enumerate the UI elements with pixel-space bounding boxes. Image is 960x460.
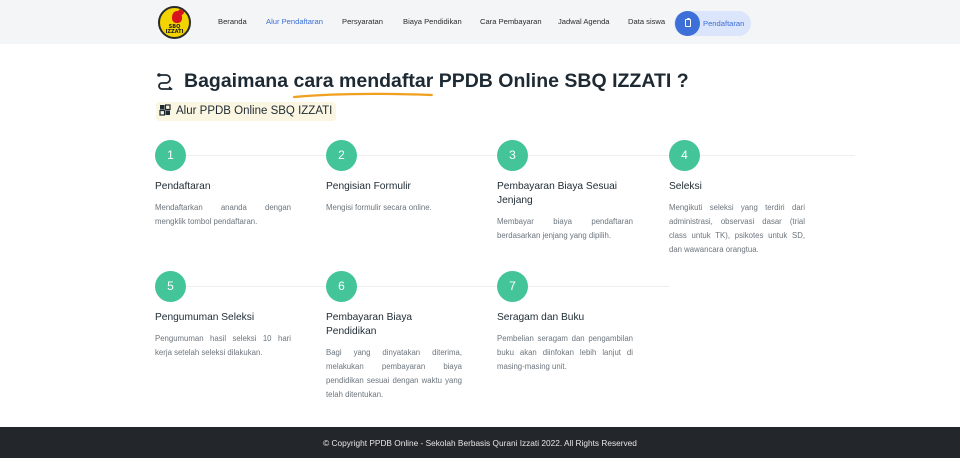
step-number-4: 4 [669,140,700,171]
step-connector [528,155,669,156]
step-number-1: 1 [155,140,186,171]
page-title-highlight: cara mendaftar [293,70,434,99]
step-desc-4: Mengikuti seleksi yang terdiri dari admi… [669,203,805,254]
step-desc-2: Mengisi formulir secara online. [326,203,432,212]
step-title-7: Seragam dan Buku [497,312,585,323]
puzzle-icon [159,104,171,116]
step-desc-5: Pengumuman hasil seleksi 10 hari kerja s… [155,334,291,357]
route-icon [157,73,173,90]
step-title-1: Pendaftaran [155,181,211,192]
step-connector [699,155,855,156]
clipboard-icon [685,17,691,27]
step-desc-7: Pembelian seragam dan pengambilan buku a… [497,334,633,371]
step-connector [356,286,497,287]
step-number-2: 2 [326,140,357,171]
step-desc-6: Bagi yang dinyatakan diterima, melakukan… [326,348,462,399]
step-title-3: Pembayaran Biaya Sesuai Jenjang [497,181,618,206]
step-number-7: 7 [497,271,528,302]
step-title-2: Pengisian Formulir [326,181,411,192]
nav-item-cara-pembayaran[interactable]: Cara Pembayaran [480,0,542,44]
subheading-text: Alur PPDB Online SBQ IZZATI [176,105,333,117]
page-title-post: PPDB Online SBQ IZZATI ? [433,70,689,92]
nav-item-alur-pendaftaran[interactable]: Alur Pendaftaran [266,0,323,44]
subheading-badge: Alur PPDB Online SBQ IZZATI [156,102,337,121]
pendaftaran-button-label: Pendaftaran [703,19,745,28]
step-number-6: 6 [326,271,357,302]
step-desc-1: Mendaftarkan ananda dengan mengklik tomb… [155,203,291,226]
nav-item-beranda[interactable]: Beranda [218,0,247,44]
footer: © Copyright PPDB Online - Sekolah Berbas… [0,427,960,458]
step-title-5: Pengumuman Seleksi [155,312,255,323]
step-connector [185,155,326,156]
pendaftaran-button[interactable]: Pendaftaran [674,11,751,36]
underline-swoosh [293,92,434,99]
step-number-5: 5 [155,271,186,302]
step-connector [356,155,497,156]
page-title-pre: Bagaimana [184,70,294,92]
nav-item-persyaratan[interactable]: Persyaratan [342,0,383,44]
navbar: SBQ IZZATI Beranda Alur Pendaftaran Pers… [0,0,960,44]
nav-item-biaya-pendidikan[interactable]: Biaya Pendidikan [403,0,462,44]
school-logo[interactable]: SBQ IZZATI [158,6,191,39]
page-title: Bagaimana cara mendaftar PPDB Online SBQ… [184,70,689,99]
step-connector [528,286,669,287]
nav-item-data-siswa[interactable]: Data siswa [628,0,665,44]
step-title-6: Pembayaran Biaya Pendidikan [326,312,413,337]
step-connector [185,286,326,287]
step-title-4: Seleksi [669,181,702,192]
logo-text-bottom: IZZATI [165,29,184,35]
nav-item-jadwal-agenda[interactable]: Jadwal Agenda [558,0,610,44]
footer-copyright: © Copyright PPDB Online - Sekolah Berbas… [323,438,637,448]
step-number-3: 3 [497,140,528,171]
step-desc-3: Membayar biaya pendaftaran berdasarkan j… [497,217,633,240]
